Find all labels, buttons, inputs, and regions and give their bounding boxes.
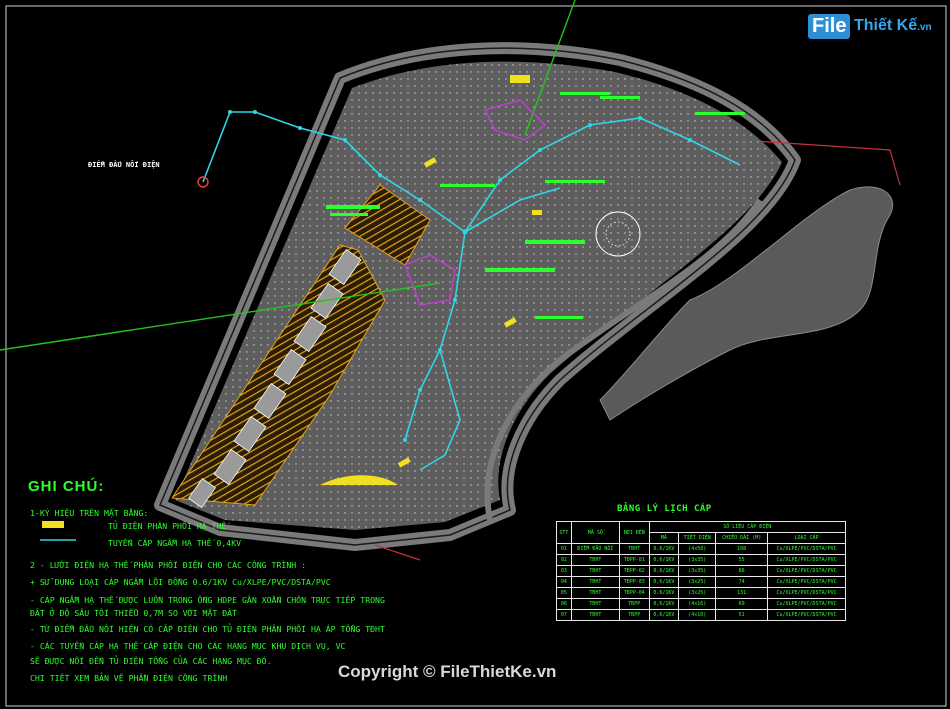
cable-table-title: BẢNG LÝ LỊCH CÁP [617,504,712,514]
table-row: 07 TĐHT TĐPP 0,6/1KV (4x10) 51 Cu/XLPE/PVC/DST… [556,609,846,621]
table-cell: TĐHT [570,587,620,599]
table-cell: 74 [715,576,769,588]
table-cell: (3x35) [678,565,717,577]
table-cell: Cu/XLPE/PVC/DSTA/PVC [767,587,846,599]
table-cell: 03 [556,565,572,577]
table-cell: Cu/XLPE/PVC/DSTA/PVC [767,609,846,621]
start-point-label: ĐIỂM ĐẤU NỐI ĐIỆN [88,161,160,169]
note-line: 2 - LƯỚI ĐIỆN HẠ THẾ PHÂN PHỐI ĐIỆN CHO … [30,560,307,570]
note-line: - CÁP NGẦM HẠ THẾ ĐƯỢC LUỒN TRONG ỐNG HD… [30,595,385,605]
note-line: + SỬ DỤNG LOẠI CÁP NGẦM LÕI ĐỒNG 0.6/1KV… [30,577,331,587]
col-length: CHIỀU DÀI (M) [715,532,769,544]
table-cell: 69 [715,598,769,610]
cable-schedule-table: STT MÃ SỐ NƠI ĐẾN SỐ LIỆU CÁP ĐIỆN MÃ TI… [556,521,847,621]
table-cell: (3x25) [678,587,717,599]
table-cell: 0,6/1KV [648,609,680,621]
col-destination: NƠI ĐẾN [618,521,650,544]
table-cell: 108 [715,543,769,555]
table-cell: (3x25) [678,576,717,588]
table-cell: 131 [715,587,769,599]
table-row: 01 ĐIỂM ĐẤU NỐI TĐHT 0,6/1KV (4x50) 108 Cu/XLP… [556,543,846,555]
table-cell: 0,6/1KV [648,565,680,577]
col-stt: STT [556,521,572,544]
col-cable-data: SỐ LIỆU CÁP ĐIỆN [648,521,847,533]
table-row: 04 TĐHT TĐPP-03 0,6/1KV (3x25) 74 Cu/XLPE/PVC/… [556,576,846,588]
table-cell: 0,6/1KV [648,543,680,555]
table-cell: 06 [556,598,572,610]
table-cell: TĐPP [618,598,650,610]
table-cell: TĐHT [570,554,620,566]
table-cell: 51 [715,609,769,621]
table-cell: Cu/XLPE/PVC/DSTA/PVC [767,543,846,555]
legend-symbols [40,521,76,541]
table-cell: TĐPP-04 [618,587,650,599]
table-row: 06 TĐHT TĐPP 0,6/1KV (4x16) 69 Cu/XLPE/PVC/DST… [556,598,846,610]
table-cell: 02 [556,554,572,566]
col-code: MÃ SỐ [570,521,620,544]
note-line: - CÁC TUYẾN CÁP HẠ THẾ CẤP ĐIỆN CHO CÁC … [30,641,346,651]
table-cell: (4x10) [678,609,717,621]
table-cell: 04 [556,576,572,588]
col-voltage: MÃ [648,532,680,544]
table-cell: TĐHT [570,598,620,610]
table-cell: ĐIỂM ĐẤU NỐI [570,543,620,555]
col-section: TIẾT DIỆN [678,532,717,544]
table-cell: TĐHT [570,576,620,588]
table-cell: (3x35) [678,554,717,566]
table-cell: TĐHT [570,609,620,621]
copyright-watermark: Copyright © FileThietKe.vn [338,662,557,681]
site-logo: File Thiết Kế.vn [808,10,932,48]
col-type: LOẠI CÁP [767,532,846,544]
table-header-row: STT MÃ SỐ NƠI ĐẾN SỐ LIỆU CÁP ĐIỆN [556,521,847,544]
table-cell: Cu/XLPE/PVC/DSTA/PVC [767,554,846,566]
table-cell: 01 [556,543,572,555]
note-line: TUYẾN CÁP NGẦM HẠ THẾ 0,4KV [108,538,242,548]
note-line: ĐẤT Ở ĐỘ SÂU TỐI THIỂU 0,7M SO VỚI MẶT Đ… [30,608,238,618]
table-cell: TĐPP [618,609,650,621]
table-cell: Cu/XLPE/PVC/DSTA/PVC [767,576,846,588]
table-cell: 0,6/1KV [648,576,680,588]
table-row: 03 TĐHT TĐPP-02 0,6/1KV (3x35) 86 Cu/XLPE/PVC/… [556,565,846,577]
note-line: - TỪ ĐIỂM ĐẤU NỐI HIỆN CÓ CẤP ĐIỆN CHO T… [30,624,385,634]
note-line: CHI TIẾT XEM BẢN VẼ PHẦN ĐIỆN CÔNG TRÌNH [30,673,228,683]
table-cell: Cu/XLPE/PVC/DSTA/PVC [767,565,846,577]
logo-brand-box: File [808,14,851,39]
table-cell: TĐHT [618,543,650,555]
table-cell: 0,6/1KV [648,598,680,610]
table-cell: TĐPP-01 [618,554,650,566]
table-row: 02 TĐHT TĐPP-01 0,6/1KV (3x35) 55 Cu/XLPE/PVC/… [556,554,846,566]
table-cell: (4x16) [678,598,717,610]
panel-legend-icon [42,521,64,528]
table-cell: 07 [556,609,572,621]
table-row: 05 TĐHT TĐPP-04 0,6/1KV (3x25) 131 Cu/XLPE/PVC… [556,587,846,599]
note-line: TỦ ĐIỆN PHÂN PHỐI HẠ THẾ [108,521,227,531]
notes-block: GHI CHÚ: [28,478,388,495]
note-line: 1-KÝ HIỆU TRÊN MẶT BẰNG: [30,508,149,518]
table-cell: 55 [715,554,769,566]
logo-brand-text: Thiết Kế.vn [854,17,932,34]
notes-title: GHI CHÚ: [28,478,105,495]
table-cell: 0,6/1KV [648,554,680,566]
note-line: SẼ ĐƯỢC NỐI ĐẾN TỦ ĐIỆN TỔNG CỦA CÁC HẠN… [30,656,272,666]
table-cell: Cu/XLPE/PVC/DSTA/PVC [767,598,846,610]
table-cell: 05 [556,587,572,599]
table-cell: 0,6/1KV [648,587,680,599]
table-cell: TĐPP-02 [618,565,650,577]
table-cell: TĐHT [570,565,620,577]
table-cell: 86 [715,565,769,577]
table-cell: TĐPP-03 [618,576,650,588]
table-cell: (4x50) [678,543,717,555]
